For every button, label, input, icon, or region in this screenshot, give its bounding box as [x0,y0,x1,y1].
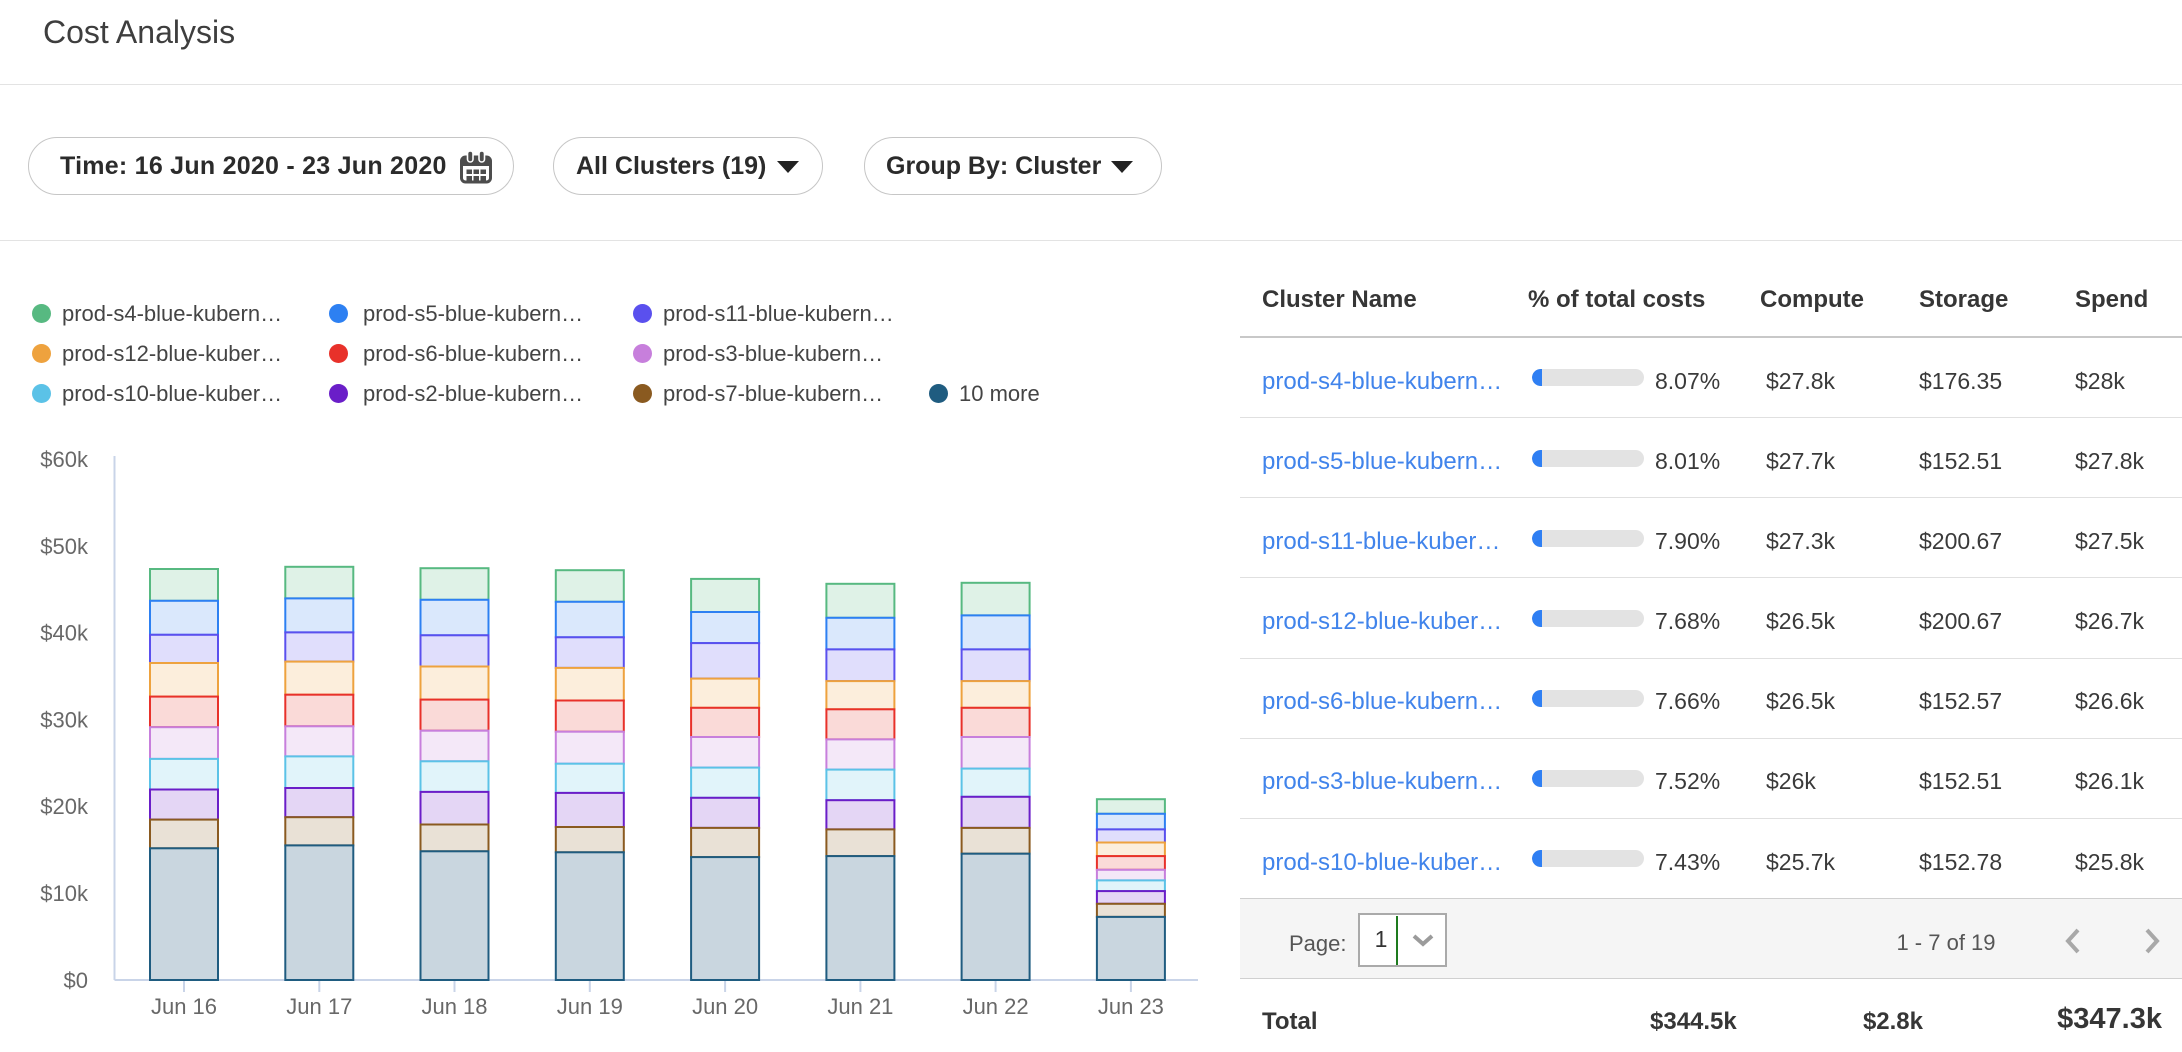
svg-text:$50k: $50k [40,534,89,559]
svg-text:$60k: $60k [40,447,89,472]
svg-text:$0: $0 [64,968,88,993]
svg-text:Jun 23: Jun 23 [1098,994,1164,1019]
svg-text:Jun 22: Jun 22 [963,994,1029,1019]
svg-text:Jun 18: Jun 18 [421,994,487,1019]
svg-text:Jun 16: Jun 16 [151,994,217,1019]
svg-text:$40k: $40k [40,621,89,646]
svg-text:$10k: $10k [40,881,89,906]
svg-text:Jun 20: Jun 20 [692,994,758,1019]
svg-text:Jun 21: Jun 21 [827,994,893,1019]
svg-text:$20k: $20k [40,794,89,819]
svg-text:$30k: $30k [40,707,89,732]
svg-text:Jun 19: Jun 19 [557,994,623,1019]
svg-text:Jun 17: Jun 17 [286,994,352,1019]
